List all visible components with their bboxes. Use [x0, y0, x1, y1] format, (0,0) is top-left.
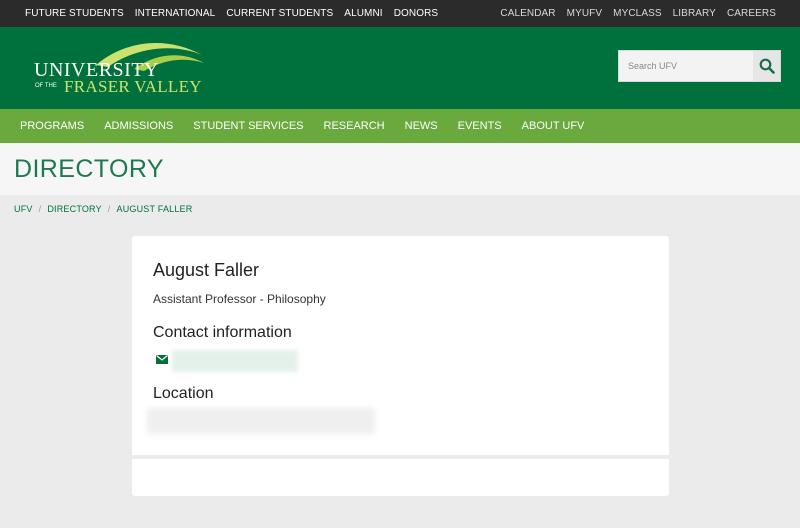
envelope-icon [156, 355, 168, 364]
utility-link-donors[interactable]: DONORS [394, 8, 439, 19]
nav-student-services[interactable]: STUDENT SERVICES [193, 120, 303, 132]
nav-events[interactable]: EVENTS [458, 120, 502, 132]
profile-name: August Faller [153, 260, 260, 280]
nav-news[interactable]: NEWS [405, 120, 438, 132]
utility-links-right: CALENDAR MYUFV MYCLASS LIBRARY CAREERS [500, 8, 776, 19]
logo-of-the-text: OF THE [35, 83, 57, 89]
site-header: UNIVERSITY OF THE FRASER VALLEY [0, 27, 800, 109]
breadcrumb-current: AUGUST FALLER [116, 204, 193, 214]
main-nav: PROGRAMS ADMISSIONS STUDENT SERVICES RES… [0, 109, 800, 143]
search-icon [759, 58, 775, 74]
profile-card: August Faller Assistant Professor - Phil… [132, 236, 669, 496]
utility-link-alumni[interactable]: ALUMNI [344, 8, 382, 19]
utility-link-current-students[interactable]: CURRENT STUDENTS [226, 8, 333, 19]
search-button[interactable] [753, 51, 780, 81]
breadcrumb-ufv[interactable]: UFV [14, 204, 33, 214]
page-title-bar: DIRECTORY [0, 143, 800, 195]
breadcrumb-separator: / [38, 204, 42, 214]
utility-bar: FUTURE STUDENTS INTERNATIONAL CURRENT ST… [0, 0, 800, 27]
page-title: DIRECTORY [14, 154, 164, 183]
nav-admissions[interactable]: ADMISSIONS [104, 120, 173, 132]
logo-fraser-valley-text: FRASER VALLEY [64, 77, 202, 96]
contact-heading: Contact information [153, 324, 292, 341]
ufv-logo[interactable]: UNIVERSITY OF THE FRASER VALLEY [34, 41, 214, 99]
location-redacted [147, 408, 375, 434]
utility-link-international[interactable]: INTERNATIONAL [135, 8, 216, 19]
utility-links-left: FUTURE STUDENTS INTERNATIONAL CURRENT ST… [25, 8, 438, 19]
card-divider [132, 455, 669, 459]
breadcrumb-directory[interactable]: DIRECTORY [47, 204, 101, 214]
search-input[interactable] [619, 51, 753, 81]
email-link-redacted[interactable] [172, 350, 298, 372]
utility-link-myclass[interactable]: MYCLASS [613, 8, 662, 19]
breadcrumb-separator: / [107, 204, 111, 214]
nav-about-ufv[interactable]: ABOUT UFV [522, 120, 585, 132]
utility-link-calendar[interactable]: CALENDAR [500, 8, 555, 19]
location-heading: Location [153, 385, 214, 402]
utility-link-library[interactable]: LIBRARY [673, 8, 716, 19]
nav-research[interactable]: RESEARCH [324, 120, 385, 132]
utility-link-careers[interactable]: CAREERS [727, 8, 776, 19]
utility-link-future-students[interactable]: FUTURE STUDENTS [25, 8, 124, 19]
breadcrumb: UFV / DIRECTORY / AUGUST FALLER [0, 195, 800, 223]
nav-programs[interactable]: PROGRAMS [20, 120, 84, 132]
profile-title: Assistant Professor - Philosophy [153, 292, 326, 306]
search-box [618, 50, 781, 82]
utility-link-myufv[interactable]: MYUFV [567, 8, 603, 19]
